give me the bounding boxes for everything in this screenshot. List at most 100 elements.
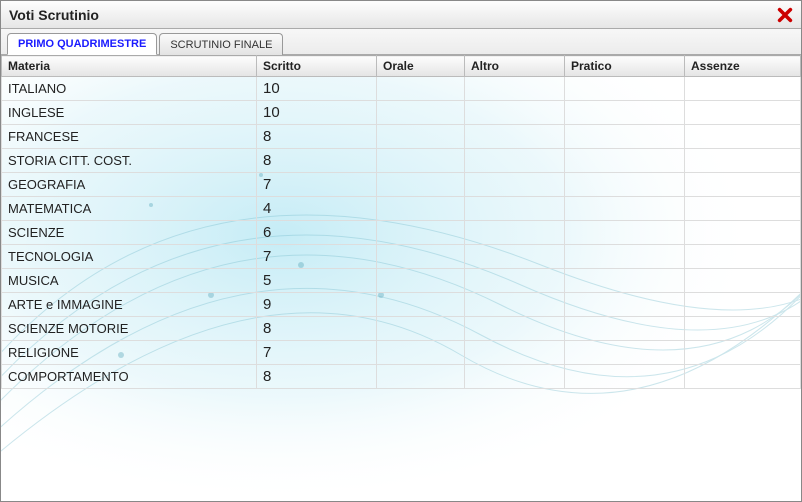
cell-orale[interactable] (377, 125, 465, 149)
table-row[interactable]: TECNOLOGIA7 (2, 245, 801, 269)
cell-pratico[interactable] (565, 77, 685, 101)
tab-primo-quadrimestre[interactable]: PRIMO QUADRIMESTRE (7, 33, 157, 55)
table-row[interactable]: SCIENZE MOTORIE8 (2, 317, 801, 341)
cell-materia[interactable]: ITALIANO (2, 77, 257, 101)
cell-altro[interactable] (465, 197, 565, 221)
cell-assenze[interactable] (685, 245, 801, 269)
cell-scritto[interactable]: 4 (257, 197, 377, 221)
cell-pratico[interactable] (565, 245, 685, 269)
table-row[interactable]: COMPORTAMENTO8 (2, 365, 801, 389)
cell-pratico[interactable] (565, 293, 685, 317)
close-button[interactable] (775, 5, 795, 25)
cell-orale[interactable] (377, 221, 465, 245)
cell-scritto[interactable]: 7 (257, 245, 377, 269)
table-row[interactable]: FRANCESE8 (2, 125, 801, 149)
cell-scritto[interactable]: 8 (257, 125, 377, 149)
cell-assenze[interactable] (685, 101, 801, 125)
cell-pratico[interactable] (565, 269, 685, 293)
col-header-orale[interactable]: Orale (377, 56, 465, 77)
cell-materia[interactable]: FRANCESE (2, 125, 257, 149)
cell-pratico[interactable] (565, 221, 685, 245)
table-row[interactable]: MATEMATICA4 (2, 197, 801, 221)
cell-assenze[interactable] (685, 317, 801, 341)
cell-pratico[interactable] (565, 101, 685, 125)
cell-altro[interactable] (465, 293, 565, 317)
table-row[interactable]: ITALIANO10 (2, 77, 801, 101)
tab-scrutinio-finale[interactable]: SCRUTINIO FINALE (159, 33, 283, 55)
cell-assenze[interactable] (685, 293, 801, 317)
table-row[interactable]: MUSICA5 (2, 269, 801, 293)
cell-scritto[interactable]: 5 (257, 269, 377, 293)
cell-altro[interactable] (465, 269, 565, 293)
cell-materia[interactable]: ARTE e IMMAGINE (2, 293, 257, 317)
table-row[interactable]: ARTE e IMMAGINE9 (2, 293, 801, 317)
cell-altro[interactable] (465, 317, 565, 341)
cell-assenze[interactable] (685, 269, 801, 293)
cell-altro[interactable] (465, 101, 565, 125)
cell-materia[interactable]: SCIENZE (2, 221, 257, 245)
cell-materia[interactable]: GEOGRAFIA (2, 173, 257, 197)
cell-orale[interactable] (377, 77, 465, 101)
cell-altro[interactable] (465, 173, 565, 197)
cell-scritto[interactable]: 9 (257, 293, 377, 317)
cell-assenze[interactable] (685, 149, 801, 173)
cell-assenze[interactable] (685, 173, 801, 197)
cell-assenze[interactable] (685, 341, 801, 365)
cell-pratico[interactable] (565, 125, 685, 149)
cell-pratico[interactable] (565, 197, 685, 221)
cell-altro[interactable] (465, 221, 565, 245)
cell-scritto[interactable]: 8 (257, 149, 377, 173)
col-header-materia[interactable]: Materia (2, 56, 257, 77)
table-row[interactable]: RELIGIONE7 (2, 341, 801, 365)
cell-scritto[interactable]: 8 (257, 365, 377, 389)
col-header-assenze[interactable]: Assenze (685, 56, 801, 77)
cell-pratico[interactable] (565, 341, 685, 365)
cell-orale[interactable] (377, 197, 465, 221)
cell-scritto[interactable]: 7 (257, 341, 377, 365)
cell-altro[interactable] (465, 77, 565, 101)
cell-pratico[interactable] (565, 365, 685, 389)
cell-orale[interactable] (377, 365, 465, 389)
cell-altro[interactable] (465, 125, 565, 149)
cell-materia[interactable]: SCIENZE MOTORIE (2, 317, 257, 341)
col-header-pratico[interactable]: Pratico (565, 56, 685, 77)
table-row[interactable]: SCIENZE6 (2, 221, 801, 245)
cell-materia[interactable]: STORIA CITT. COST. (2, 149, 257, 173)
table-row[interactable]: GEOGRAFIA7 (2, 173, 801, 197)
cell-scritto[interactable]: 6 (257, 221, 377, 245)
cell-materia[interactable]: INGLESE (2, 101, 257, 125)
cell-materia[interactable]: COMPORTAMENTO (2, 365, 257, 389)
cell-assenze[interactable] (685, 125, 801, 149)
cell-pratico[interactable] (565, 149, 685, 173)
cell-scritto[interactable]: 10 (257, 77, 377, 101)
col-header-scritto[interactable]: Scritto (257, 56, 377, 77)
cell-scritto[interactable]: 7 (257, 173, 377, 197)
cell-scritto[interactable]: 8 (257, 317, 377, 341)
table-row[interactable]: INGLESE10 (2, 101, 801, 125)
cell-assenze[interactable] (685, 197, 801, 221)
cell-altro[interactable] (465, 365, 565, 389)
cell-orale[interactable] (377, 245, 465, 269)
cell-orale[interactable] (377, 317, 465, 341)
cell-pratico[interactable] (565, 317, 685, 341)
cell-orale[interactable] (377, 173, 465, 197)
cell-assenze[interactable] (685, 221, 801, 245)
cell-scritto[interactable]: 10 (257, 101, 377, 125)
col-header-altro[interactable]: Altro (465, 56, 565, 77)
cell-orale[interactable] (377, 149, 465, 173)
cell-orale[interactable] (377, 341, 465, 365)
cell-materia[interactable]: TECNOLOGIA (2, 245, 257, 269)
cell-assenze[interactable] (685, 77, 801, 101)
cell-materia[interactable]: MATEMATICA (2, 197, 257, 221)
cell-altro[interactable] (465, 149, 565, 173)
cell-materia[interactable]: MUSICA (2, 269, 257, 293)
cell-orale[interactable] (377, 101, 465, 125)
cell-orale[interactable] (377, 269, 465, 293)
cell-assenze[interactable] (685, 365, 801, 389)
cell-altro[interactable] (465, 341, 565, 365)
cell-altro[interactable] (465, 245, 565, 269)
table-row[interactable]: STORIA CITT. COST.8 (2, 149, 801, 173)
cell-orale[interactable] (377, 293, 465, 317)
cell-pratico[interactable] (565, 173, 685, 197)
cell-materia[interactable]: RELIGIONE (2, 341, 257, 365)
